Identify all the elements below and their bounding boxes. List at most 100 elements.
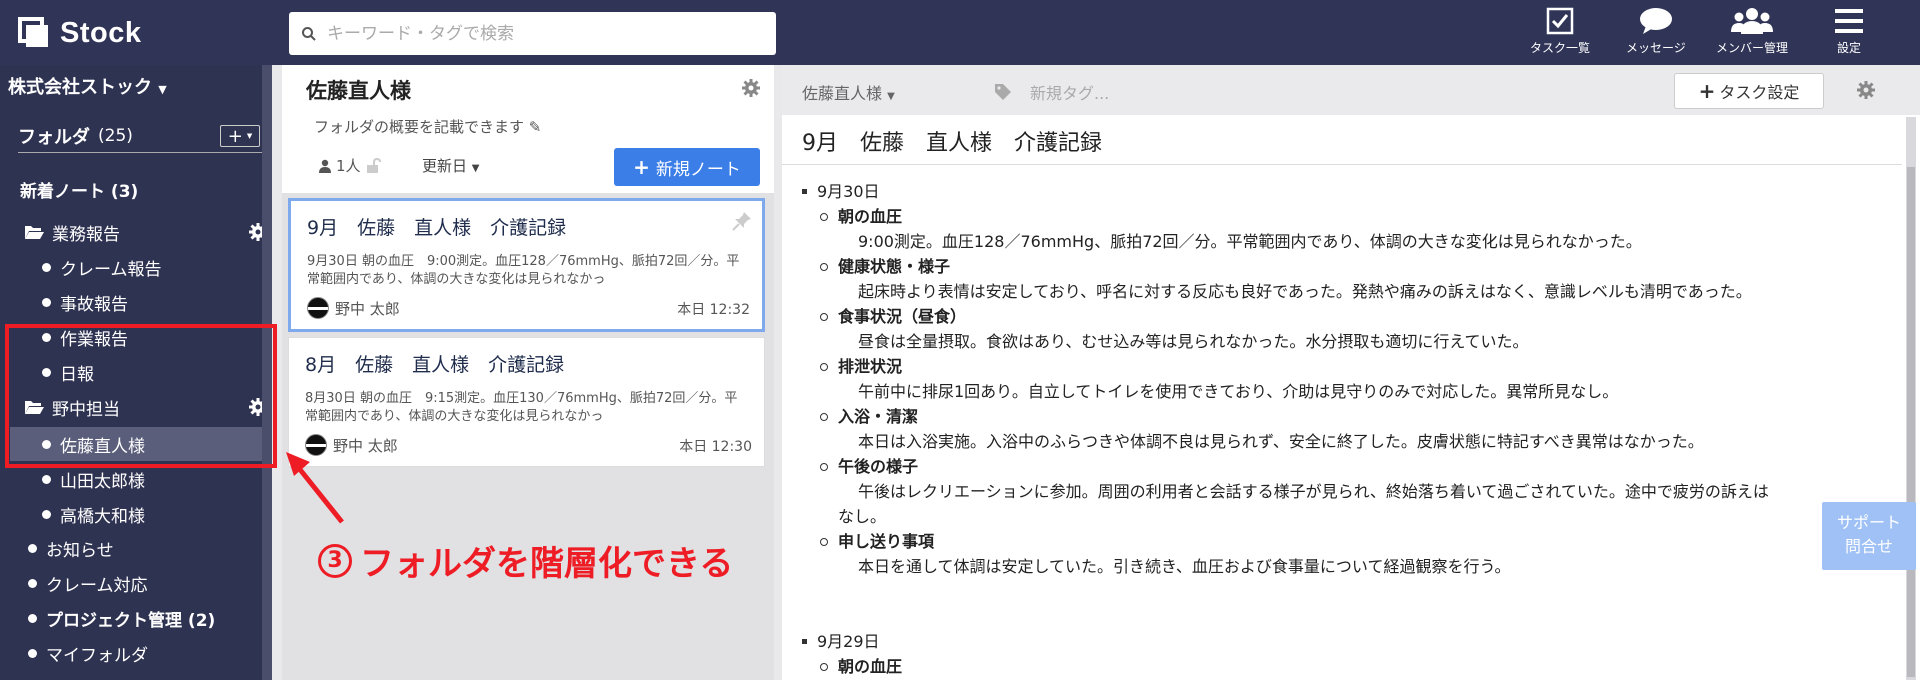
date-bullet: 9月30日: [802, 179, 1892, 204]
search-icon: [302, 26, 316, 41]
sidebar-item-takahashi[interactable]: 高橋大和様: [42, 497, 145, 531]
caret-down-icon: ▼: [158, 83, 167, 96]
folder-count: (25): [98, 125, 133, 146]
task-setting-button[interactable]: + タスク設定: [1674, 73, 1824, 109]
editor-folder-dropdown[interactable]: 佐藤直人様 ▼: [802, 80, 895, 104]
company-name: 株式会社ストック: [8, 77, 152, 98]
section-body: 本日は入浴実施。入浴中のふらつきや体調不良は見られず、安全に終了した。皮膚状態に…: [858, 432, 1704, 451]
pin-icon[interactable]: [732, 211, 752, 231]
brand-logo[interactable]: Stock: [18, 14, 141, 52]
sidebar-folder-gyomu[interactable]: 業務報告: [24, 215, 120, 249]
note-excerpt: 9月30日 朝の血圧 9:00測定。血圧128／76mmHg、脈拍72回／分。平…: [307, 254, 740, 287]
sort-dropdown[interactable]: 更新日 ▼: [422, 155, 480, 176]
section-body: 午後はレクリエーションに参加。周囲の利用者と会話する様子が見られ、終始落ち着いて…: [858, 482, 1769, 501]
task-list-button[interactable]: タスク一覧: [1530, 6, 1590, 60]
section-body: 起床時より表情は安定しており、呼名に対する反応も良好であった。発熱や痛みの訴えは…: [858, 282, 1752, 301]
section-body: 午前中に排尿1回あり。自立してトイレを使用できており、介助は見守りのみで対応した…: [858, 382, 1619, 401]
sidebar-item-label: クレーム対応: [46, 575, 148, 596]
stock-logo-icon: [18, 17, 50, 49]
date-bullet: 9月29日: [802, 629, 1892, 654]
section-heading: 健康状態・様子: [802, 254, 1892, 279]
section-heading: 申し送り事項: [802, 529, 1892, 554]
new-note-button[interactable]: + 新規ノート: [614, 148, 760, 186]
folder-label: フォルダ: [18, 126, 90, 148]
sidebar-item-myfolder[interactable]: マイフォルダ: [28, 636, 148, 670]
note-list-panel: 佐藤直人様 フォルダの概要を記載できます ✎ 1人 更新日 ▼ + 新規ノート 9…: [282, 65, 774, 680]
sort-label: 更新日: [422, 157, 468, 175]
plus-icon: +: [633, 155, 650, 179]
note-title: 9月 佐藤 直人様 介護記録: [307, 217, 567, 239]
member-management-button[interactable]: メンバー管理: [1716, 6, 1788, 60]
member-count-label: 1人: [336, 157, 361, 175]
sidebar-item-claim-handling[interactable]: クレーム対応: [28, 566, 148, 600]
caret-down-icon: ▼: [471, 163, 480, 174]
gear-icon[interactable]: [742, 79, 760, 97]
person-icon: [319, 159, 331, 173]
scrollbar-thumb[interactable]: [1907, 167, 1915, 677]
note-card[interactable]: 8月 佐藤 直人様 介護記録 8月30日 朝の血圧 9:15測定。血圧130／7…: [288, 337, 765, 467]
note-author: 野中 太郎: [307, 297, 400, 319]
sidebar-item-claim-report[interactable]: クレーム報告: [42, 250, 162, 284]
sidebar-item-label: マイフォルダ: [46, 645, 148, 666]
tag-icon: [995, 84, 1011, 100]
plus-icon: +: [227, 125, 243, 147]
gear-icon[interactable]: [1857, 81, 1875, 99]
caret-down-icon: ▼: [246, 132, 253, 140]
members-icon: [1731, 8, 1773, 34]
task-setting-label: タスク設定: [1719, 83, 1800, 102]
sidebar-item-project[interactable]: プロジェクト管理 (2): [28, 601, 215, 635]
editor-scrollbar[interactable]: [1906, 117, 1916, 680]
member-count[interactable]: 1人: [318, 155, 381, 176]
annotation-text: フォルダを階層化できる: [360, 544, 734, 584]
sidebar-item-notice[interactable]: お知らせ: [28, 531, 114, 565]
folder-header: フォルダ (25) + ▼: [18, 119, 262, 153]
sidebar-item-label: プロジェクト管理 (2): [46, 610, 216, 631]
caret-down-icon: ▼: [887, 91, 895, 102]
sidebar-item-accident-report[interactable]: 事故報告: [42, 285, 128, 319]
note-timestamp: 本日 12:32: [677, 302, 750, 318]
search-input[interactable]: [327, 23, 767, 44]
company-selector[interactable]: 株式会社ストック ▼: [8, 73, 167, 99]
pencil-icon: ✎: [528, 118, 542, 136]
tag-placeholder: 新規タグ...: [1030, 84, 1110, 103]
folder-info-card: 佐藤直人様 フォルダの概要を記載できます ✎ 1人 更新日 ▼ + 新規ノート: [282, 65, 774, 193]
settings-button[interactable]: 設定: [1834, 6, 1864, 60]
author-name: 野中 太郎: [335, 299, 400, 318]
note-body[interactable]: 9月30日 朝の血圧 9:00測定。血圧128／76mmHg、脈拍72回／分。平…: [802, 179, 1892, 679]
messages-button[interactable]: メッセージ: [1626, 6, 1686, 60]
note-title: 8月 佐藤 直人様 介護記録: [305, 354, 565, 376]
note-card[interactable]: 9月 佐藤 直人様 介護記録 9月30日 朝の血圧 9:00測定。血圧128／7…: [288, 198, 765, 332]
sidebar-item-label: お知らせ: [46, 540, 114, 561]
menu-icon: [1835, 9, 1863, 33]
section-heading: 入浴・清潔: [802, 404, 1892, 429]
folder-description[interactable]: フォルダの概要を記載できます ✎: [314, 116, 541, 137]
sidebar-item-label: クレーム報告: [60, 259, 162, 280]
support-line2: 問合せ: [1844, 537, 1893, 556]
section-heading: 朝の血圧: [802, 204, 1892, 229]
support-line1: サポート: [1836, 513, 1901, 532]
sidebar-item-label: 高橋大和様: [60, 506, 145, 527]
member-management-label: メンバー管理: [1716, 41, 1789, 55]
annotation-caption: 3 フォルダを階層化できる: [318, 536, 733, 585]
plus-icon: +: [1698, 79, 1716, 103]
tag-input[interactable]: 新規タグ...: [994, 80, 1109, 104]
note-editor: 佐藤直人様 ▼ 新規タグ... + タスク設定 9月 佐藤 直人様 介護記録 9月…: [782, 65, 1920, 680]
search-box[interactable]: [289, 12, 776, 55]
section-body-continued: なし。: [838, 507, 887, 526]
sidebar-item-label: 事故報告: [60, 294, 128, 315]
sidebar-item-label: 業務報告: [52, 224, 120, 245]
new-notes-link[interactable]: 新着ノート (3): [20, 177, 138, 202]
task-check-icon: [1546, 7, 1574, 35]
settings-label: 設定: [1836, 41, 1861, 55]
top-bar: Stock タスク一覧 メッセージ メンバー管理 設定: [0, 0, 1920, 65]
note-heading[interactable]: 9月 佐藤 直人様 介護記録: [802, 125, 1102, 157]
sidebar-item-label: 山田太郎様: [60, 471, 145, 492]
support-contact-button[interactable]: サポート 問合せ: [1822, 502, 1916, 570]
section-heading: 朝の血圧: [802, 654, 1892, 679]
annotation-number: 3: [318, 543, 352, 578]
messages-label: メッセージ: [1626, 41, 1686, 55]
add-folder-button[interactable]: + ▼: [220, 125, 260, 147]
folder-open-icon: [25, 226, 44, 239]
section-heading: 食事状況（昼食）: [802, 304, 1892, 329]
section-body: 本日を通して体調は安定していた。引き続き、血圧および食事量について経過観察を行う…: [858, 557, 1511, 576]
